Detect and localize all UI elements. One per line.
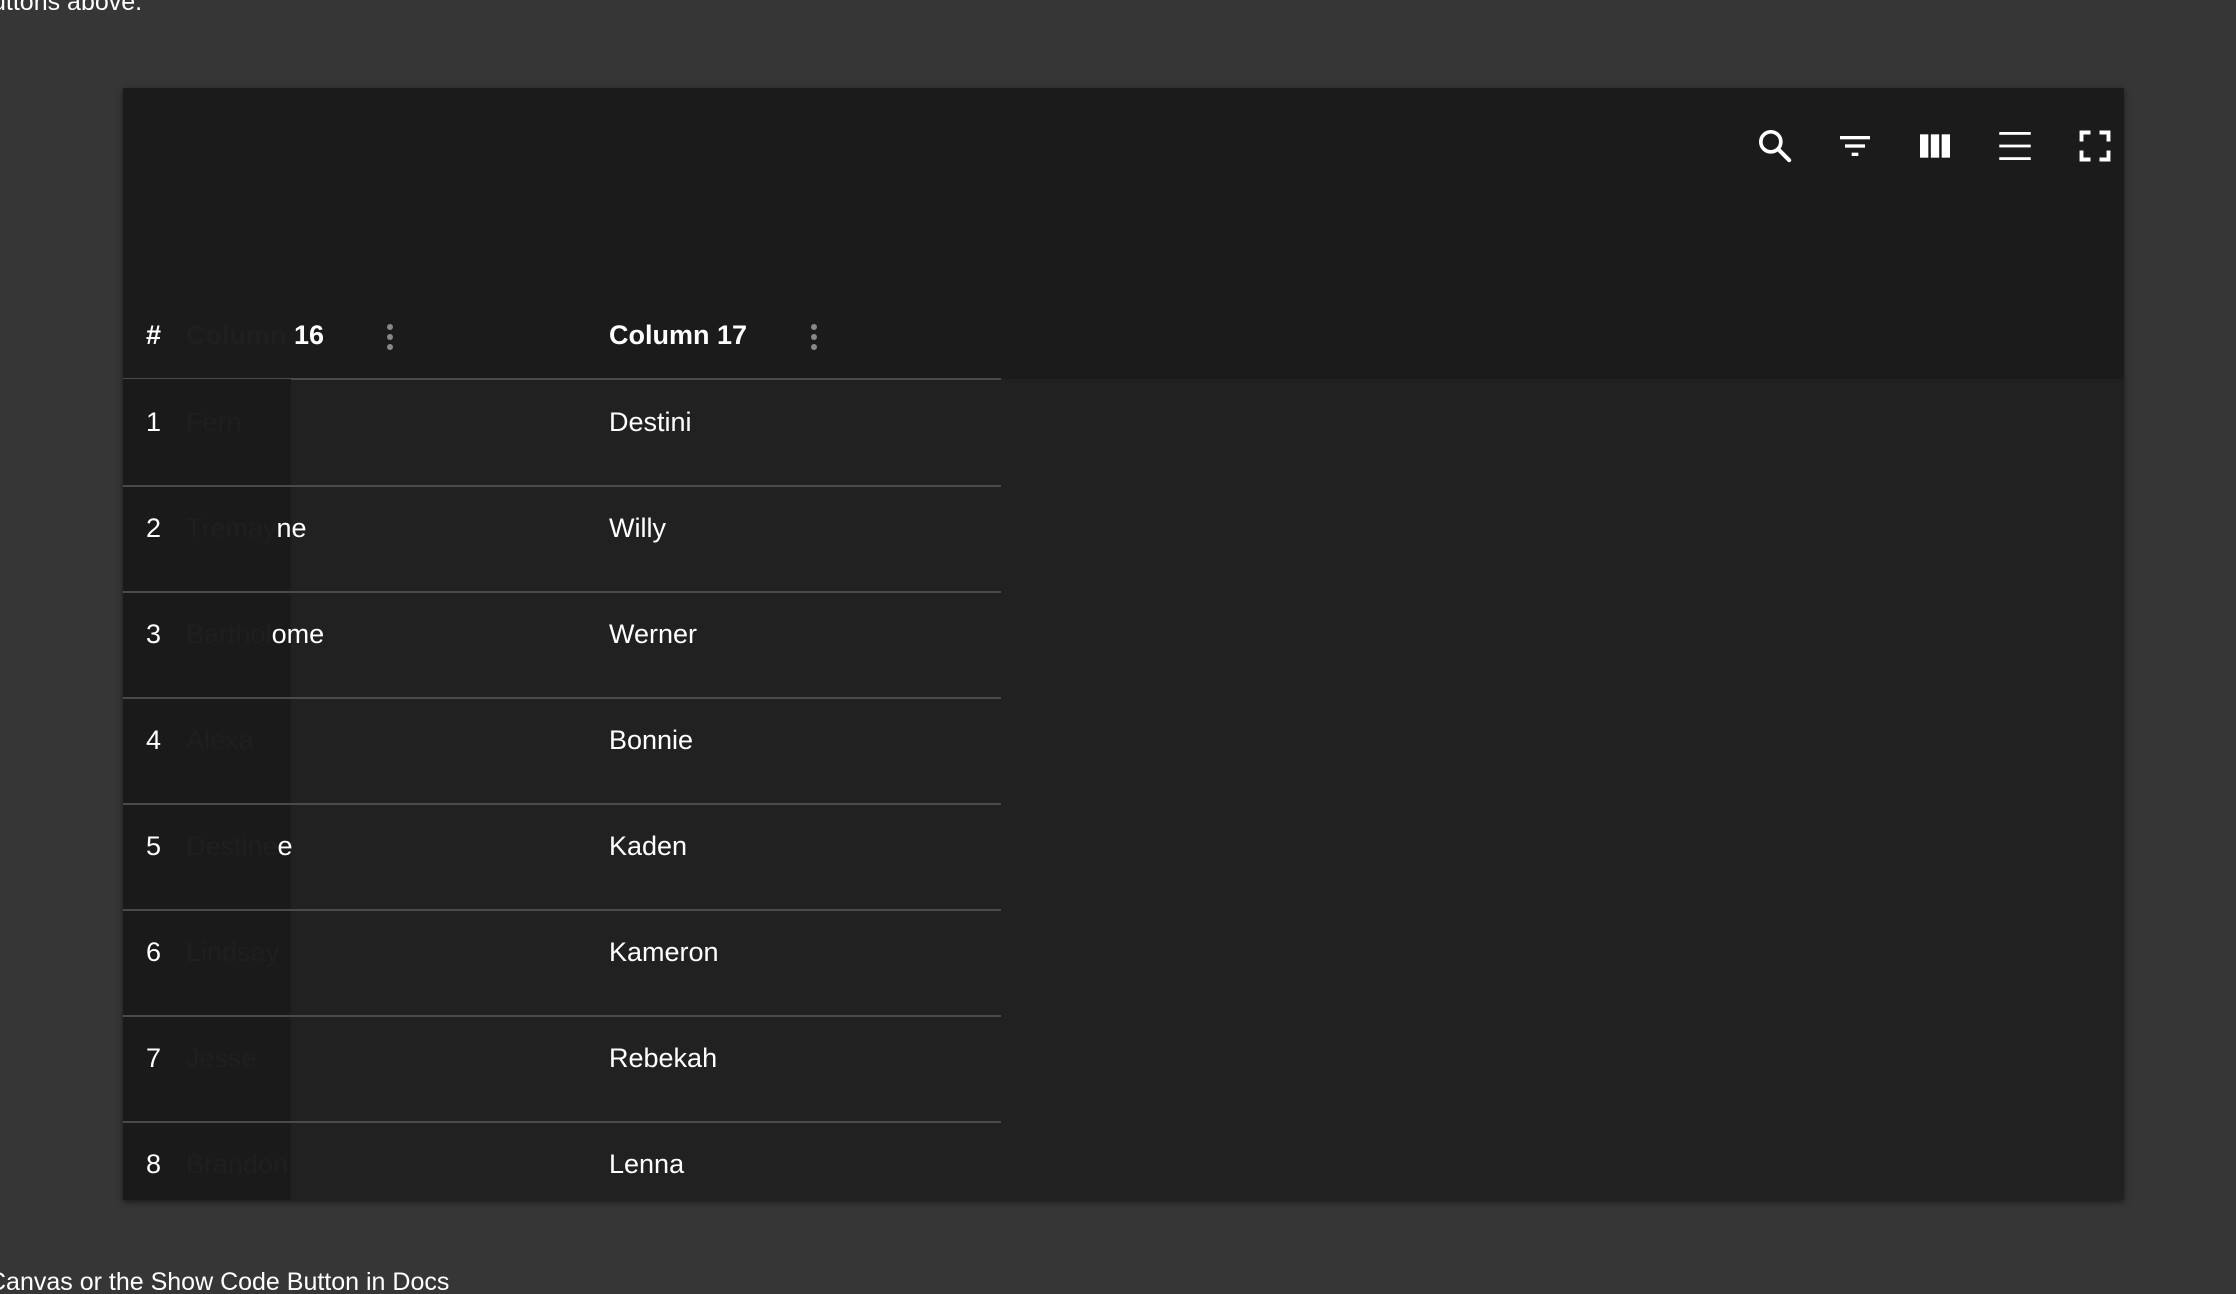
- column-16-cell: Lindsay: [186, 937, 279, 968]
- row-number-cell: 4: [146, 725, 162, 755]
- header-column-16-visible: 16: [294, 320, 325, 350]
- view-columns-icon: [1920, 134, 1950, 158]
- table-row[interactable]: 3 Bartholome Werner: [123, 591, 1001, 699]
- column-16-cell: Brandon: [186, 1149, 288, 1180]
- row-number-cell: 2: [146, 513, 162, 543]
- column-16-cell-visible-text: ne: [276, 513, 307, 543]
- column-17-cell: Kaden: [609, 831, 688, 861]
- row-number-cell: 8: [146, 1149, 162, 1179]
- row-number-cell: 6: [146, 937, 162, 967]
- column-16-cell: Destinee: [186, 831, 293, 862]
- fullscreen-button[interactable]: [2067, 118, 2123, 174]
- column-16-cell-visible-text: ome: [271, 619, 325, 649]
- search-icon: [1759, 130, 1792, 163]
- column-17-cell: Werner: [609, 619, 698, 649]
- search-button[interactable]: [1747, 118, 1803, 174]
- column-16-cell: Bartholome: [186, 619, 324, 650]
- column-17-cell: Bonnie: [609, 725, 694, 755]
- header-column-16[interactable]: Column 16: [186, 320, 324, 351]
- column-17-cell: Kameron: [609, 937, 719, 967]
- column-16-cell-hidden-text: Jesse: [186, 1043, 257, 1073]
- density-menu-icon: [1999, 132, 2031, 160]
- column-17-cell: Willy: [609, 513, 666, 543]
- docs-text-top: uttons above.: [0, 0, 143, 16]
- fullscreen-icon: [2079, 130, 2111, 162]
- table-row[interactable]: 4 Alexa Bonnie: [123, 697, 1001, 805]
- column-16-cell-hidden-text: Barthol: [186, 619, 272, 649]
- column-16-cell-hidden-text: Alexa: [186, 725, 254, 755]
- column-16-cell: Alexa: [186, 725, 254, 756]
- column-16-cell-hidden-text: Fern: [186, 407, 242, 437]
- filter-button[interactable]: [1827, 118, 1883, 174]
- header-row-number: #: [146, 320, 162, 350]
- docs-text-bottom: Canvas or the Show Code Button in Docs: [0, 1268, 450, 1294]
- column-16-menu-button[interactable]: [375, 317, 405, 357]
- row-number-cell: 1: [146, 407, 162, 437]
- table-toolbar: [123, 88, 2124, 204]
- data-table: # Column 16 Column 17 1 Fern Destini 2 Trema…: [123, 88, 2124, 1200]
- column-16-cell: Jesse: [186, 1043, 257, 1074]
- density-button[interactable]: [1987, 118, 2043, 174]
- column-17-cell: Rebekah: [609, 1043, 718, 1073]
- table-header-row: [123, 204, 2124, 380]
- row-number-cell: 7: [146, 1043, 162, 1073]
- header-column-17[interactable]: Column 17: [609, 320, 747, 351]
- table-row[interactable]: 1 Fern Destini: [123, 379, 1001, 487]
- storybook-canvas: uttons above. # Column 16 Column 17 1 Fe…: [0, 0, 2236, 1294]
- table-row[interactable]: 8 Brandon Lenna: [123, 1121, 1001, 1200]
- header-divider: [123, 204, 1001, 380]
- more-vert-icon: [811, 324, 817, 350]
- column-16-cell-hidden-text: Lindsay: [186, 937, 280, 967]
- table-row[interactable]: 6 Lindsay Kameron: [123, 909, 1001, 1017]
- column-16-cell-hidden-text: Brandon: [186, 1149, 289, 1179]
- columns-button[interactable]: [1907, 118, 1963, 174]
- column-17-cell: Destini: [609, 407, 692, 437]
- more-vert-icon: [387, 324, 393, 350]
- row-number-cell: 3: [146, 619, 162, 649]
- column-17-cell: Lenna: [609, 1149, 685, 1179]
- table-row[interactable]: 7 Jesse Rebekah: [123, 1015, 1001, 1123]
- column-16-cell-visible-text: e: [277, 831, 293, 861]
- row-number-cell: 5: [146, 831, 162, 861]
- column-16-cell: Tremayne: [186, 513, 307, 544]
- column-16-cell-hidden-text: Tremay: [186, 513, 277, 543]
- column-16-cell-hidden-text: Destine: [186, 831, 278, 861]
- table-row[interactable]: 5 Destinee Kaden: [123, 803, 1001, 911]
- table-row[interactable]: 2 Tremayne Willy: [123, 485, 1001, 593]
- filter-icon: [1840, 136, 1870, 156]
- column-17-menu-button[interactable]: [799, 317, 829, 357]
- header-column-16-hidden: Column: [186, 320, 287, 350]
- column-16-cell: Fern: [186, 407, 242, 438]
